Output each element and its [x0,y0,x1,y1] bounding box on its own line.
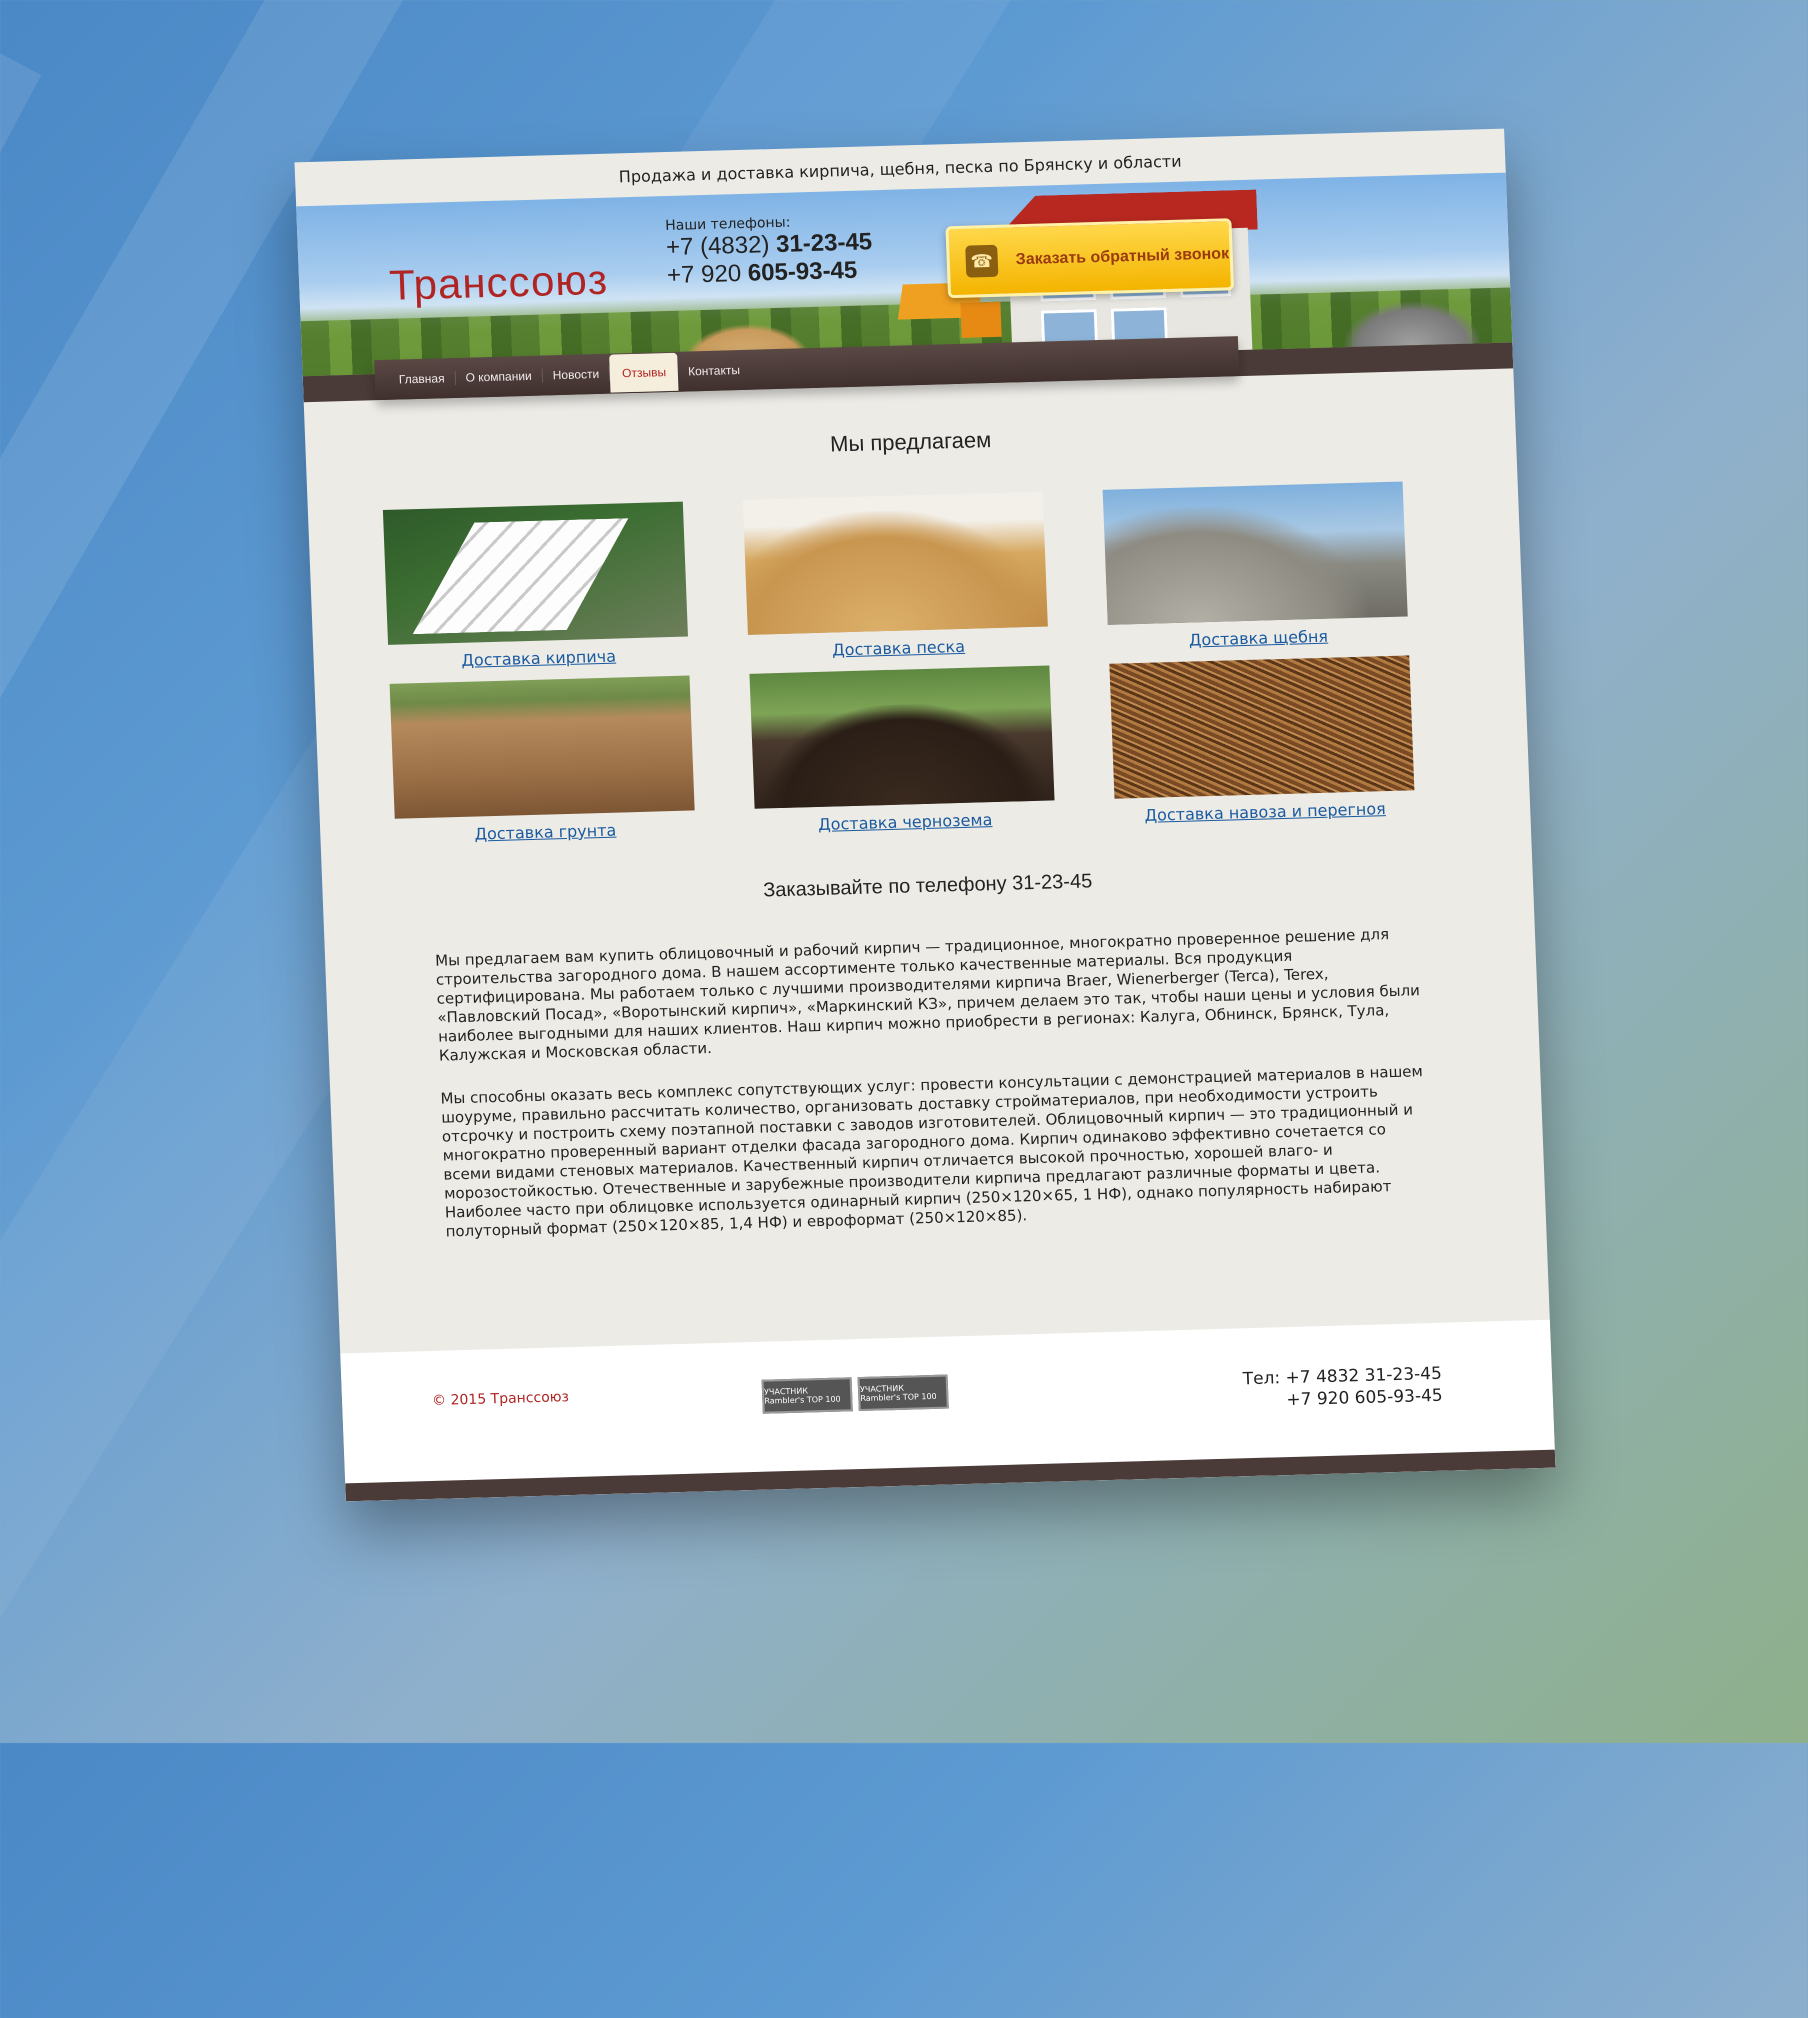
phone-icon: ☎ [965,244,999,278]
paragraph: Мы способны оказать весь комплекс сопутс… [440,1062,1424,1241]
manure-image[interactable] [1109,655,1415,799]
sand-image[interactable] [742,491,1048,635]
product-grid: Доставка кирпича Доставка песка Доставка… [382,478,1531,846]
product-card-gravel: Доставка щебня [1102,481,1409,652]
site-footer: © 2015 Транссоюз УЧАСТНИК Rambler's TOP … [340,1319,1556,1502]
gravel-image[interactable] [1102,481,1408,625]
phone-primary-code: +7 (4832) [665,230,777,262]
footer-phones: Тел: +7 4832 31-23-45 +7 920 605-93-45 [1242,1363,1443,1413]
header-phones: Наши телефоны: +7 (4832) 31-23-45 +7 920… [665,212,874,290]
offer-title: Мы предлагаем [829,427,992,457]
product-link-sand[interactable]: Доставка песка [832,637,965,660]
product-card-soil: Доставка грунта [389,675,696,846]
nav-news[interactable]: Новости [542,366,611,383]
product-card-brick: Доставка кирпича [382,501,689,672]
product-card-manure: Доставка навоза и перегноя [1109,655,1415,825]
phone-secondary: +7 920 605-93-45 [667,256,874,290]
product-link-blacksoil[interactable]: Доставка чернозема [818,810,993,834]
copyright: © 2015 Транссоюз [431,1389,570,1409]
nav-about[interactable]: О компании [455,368,543,385]
callback-button-label: Заказать обратный звонок [1015,245,1230,269]
nav-contacts[interactable]: Контакты [678,363,750,379]
callback-button[interactable]: ☎ Заказать обратный звонок [945,218,1235,299]
product-card-sand: Доставка песка [742,491,1049,662]
brick-image[interactable] [382,501,688,645]
product-link-manure[interactable]: Доставка навоза и перегноя [1144,799,1386,825]
rambler-top100-badge[interactable]: УЧАСТНИК Rambler's TOP 100 [761,1377,853,1414]
site-logo[interactable]: Транссоюз [388,256,609,310]
nav-home[interactable]: Главная [388,370,456,387]
rambler-top100-badge[interactable]: УЧАСТНИК Rambler's TOP 100 [857,1374,949,1412]
product-link-gravel[interactable]: Доставка щебня [1189,627,1329,650]
counter-badges: УЧАСТНИК Rambler's TOP 100 УЧАСТНИК Ramb… [761,1374,949,1414]
blacksoil-image[interactable] [749,665,1055,809]
order-by-phone-title: Заказывайте по телефону 31-23-45 [762,870,1093,902]
phone-secondary-number: 605-93-45 [747,256,858,287]
product-card-blacksoil: Доставка чернозема [749,665,1055,835]
paragraph: Мы предлагаем вам купить облицовочный и … [434,925,1421,1065]
phone-secondary-code: +7 920 [666,259,749,290]
product-link-brick[interactable]: Доставка кирпича [461,647,616,670]
body-text: Мы предлагаем вам купить облицовочный и … [435,924,1436,1241]
soil-image[interactable] [389,675,695,819]
phone-primary-number: 31-23-45 [775,228,873,258]
website-mockup: Продажа и доставка кирпича, щебня, песка… [294,128,1556,1502]
background-streak [0,0,42,2018]
gravel-pile-illustration [1340,298,1483,348]
nav-reviews[interactable]: Отзывы [609,352,679,393]
product-link-soil[interactable]: Доставка грунта [474,821,616,844]
